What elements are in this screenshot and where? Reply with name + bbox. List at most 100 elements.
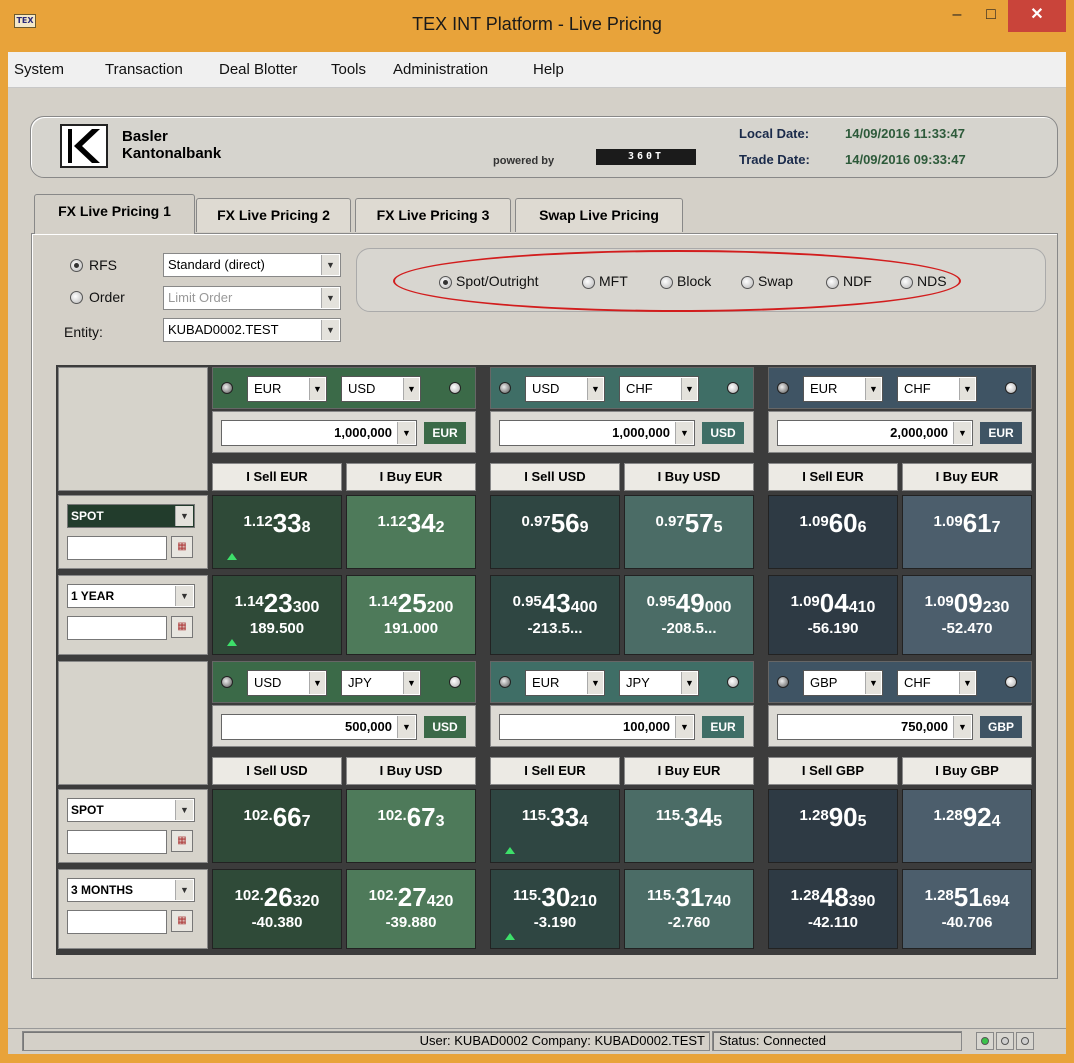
quote-currency-select[interactable]: CHF ▼ bbox=[897, 376, 977, 402]
base-currency-select[interactable]: USD ▼ bbox=[525, 376, 605, 402]
rfs-mode-select[interactable]: Standard (direct) ▼ bbox=[163, 253, 341, 277]
sell-price-button[interactable]: 1.2848390 -42.110 bbox=[768, 869, 898, 949]
buy-price-button[interactable]: 1.09617 bbox=[902, 495, 1032, 569]
notional-currency-toggle[interactable]: GBP bbox=[980, 716, 1022, 738]
product-block-label[interactable]: Block bbox=[677, 273, 711, 289]
base-currency-select[interactable]: GBP ▼ bbox=[803, 670, 883, 696]
menu-transaction[interactable]: Transaction bbox=[105, 61, 183, 78]
notional-amount-input[interactable]: 100,000 ▼ bbox=[499, 714, 695, 740]
buy-price-button[interactable]: 1.12342 bbox=[346, 495, 476, 569]
calendar-icon[interactable]: ▦ bbox=[171, 616, 193, 638]
quote-currency-value: CHF bbox=[626, 381, 653, 396]
menu-deal-blotter[interactable]: Deal Blotter bbox=[219, 61, 297, 78]
product-spot-outright-label[interactable]: Spot/Outright bbox=[456, 273, 539, 289]
sell-price-button[interactable]: 102.667 bbox=[212, 789, 342, 863]
product-ndf-label[interactable]: NDF bbox=[843, 273, 872, 289]
product-block-radio[interactable] bbox=[660, 276, 673, 289]
product-swap-label[interactable]: Swap bbox=[758, 273, 793, 289]
menu-help[interactable]: Help bbox=[533, 61, 564, 78]
order-radio[interactable] bbox=[70, 291, 83, 304]
value-date-input[interactable] bbox=[67, 830, 167, 854]
buy-price-button[interactable]: 102.673 bbox=[346, 789, 476, 863]
sell-price-button[interactable]: 1.09606 bbox=[768, 495, 898, 569]
sell-price-button[interactable]: 115.30210 -3.190 bbox=[490, 869, 620, 949]
value-date-input[interactable] bbox=[67, 616, 167, 640]
tenor-select[interactable]: 3 MONTHS ▼ bbox=[67, 878, 195, 902]
product-spot-outright-radio[interactable] bbox=[439, 276, 452, 289]
close-button[interactable]: ✕ bbox=[1008, 0, 1066, 32]
menu-administration[interactable]: Administration bbox=[393, 61, 488, 78]
menu-tools[interactable]: Tools bbox=[331, 61, 366, 78]
entity-select[interactable]: KUBAD0002.TEST ▼ bbox=[163, 318, 341, 342]
product-mft-radio[interactable] bbox=[582, 276, 595, 289]
minimize-button[interactable]: – bbox=[942, 0, 972, 32]
buy-price-button[interactable]: 115.345 bbox=[624, 789, 754, 863]
sell-price-button[interactable]: 0.9543400 -213.5... bbox=[490, 575, 620, 655]
product-nds-radio[interactable] bbox=[900, 276, 913, 289]
sell-price-button[interactable]: 1.28905 bbox=[768, 789, 898, 863]
price-big-figure: 51 bbox=[953, 882, 983, 912]
quote-currency-select[interactable]: CHF ▼ bbox=[619, 376, 699, 402]
tenor-select[interactable]: SPOT ▼ bbox=[67, 798, 195, 822]
notional-amount-input[interactable]: 1,000,000 ▼ bbox=[221, 420, 417, 446]
calendar-icon[interactable]: ▦ bbox=[171, 536, 193, 558]
quote-currency-select[interactable]: USD ▼ bbox=[341, 376, 421, 402]
notional-currency-toggle[interactable]: EUR bbox=[424, 422, 466, 444]
value-date-input[interactable] bbox=[67, 910, 167, 934]
tenor-select[interactable]: 1 YEAR ▼ bbox=[67, 584, 195, 608]
rfs-radio[interactable] bbox=[70, 259, 83, 272]
tab-fx-live-pricing-1[interactable]: FX Live Pricing 1 bbox=[34, 194, 195, 234]
sell-price-button[interactable]: 102.26320 -40.380 bbox=[212, 869, 342, 949]
base-currency-select[interactable]: USD ▼ bbox=[247, 670, 327, 696]
buy-price-button[interactable]: 1.1425200 191.000 bbox=[346, 575, 476, 655]
buy-price-button[interactable]: 102.27420 -39.880 bbox=[346, 869, 476, 949]
tab-swap-live-pricing[interactable]: Swap Live Pricing bbox=[515, 198, 683, 232]
menu-bar: System Transaction Deal Blotter Tools Ad… bbox=[8, 52, 1066, 88]
sell-price-button[interactable]: 1.0904410 -56.190 bbox=[768, 575, 898, 655]
notional-currency-toggle[interactable]: USD bbox=[424, 716, 466, 738]
sell-price-button[interactable]: 0.97569 bbox=[490, 495, 620, 569]
sell-price-button[interactable]: 115.334 bbox=[490, 789, 620, 863]
product-ndf-radio[interactable] bbox=[826, 276, 839, 289]
notional-amount-input[interactable]: 500,000 ▼ bbox=[221, 714, 417, 740]
buy-price-button[interactable]: 0.9549000 -208.5... bbox=[624, 575, 754, 655]
buy-price-button[interactable]: 1.0909230 -52.470 bbox=[902, 575, 1032, 655]
tenor-select[interactable]: SPOT ▼ bbox=[67, 504, 195, 528]
notional-amount-input[interactable]: 750,000 ▼ bbox=[777, 714, 973, 740]
menu-system[interactable]: System bbox=[14, 61, 64, 78]
price-quote: 0.9543400 bbox=[491, 588, 619, 619]
notional-amount-input[interactable]: 1,000,000 ▼ bbox=[499, 420, 695, 446]
quote-currency-select[interactable]: JPY ▼ bbox=[341, 670, 421, 696]
trade-date-value: 14/09/2016 09:33:47 bbox=[845, 152, 966, 167]
base-currency-select[interactable]: EUR ▼ bbox=[803, 376, 883, 402]
calendar-icon[interactable]: ▦ bbox=[171, 910, 193, 932]
quote-currency-select[interactable]: CHF ▼ bbox=[897, 670, 977, 696]
base-currency-value: USD bbox=[254, 675, 282, 690]
buy-price-button[interactable]: 1.28924 bbox=[902, 789, 1032, 863]
product-nds-label[interactable]: NDS bbox=[917, 273, 947, 289]
order-type-select[interactable]: Limit Order ▼ bbox=[163, 286, 341, 310]
maximize-button[interactable]: □ bbox=[976, 0, 1006, 32]
notional-currency-toggle[interactable]: USD bbox=[702, 422, 744, 444]
bank-logo-icon bbox=[60, 124, 108, 168]
value-date-input[interactable] bbox=[67, 536, 167, 560]
notional-currency-toggle[interactable]: EUR bbox=[980, 422, 1022, 444]
notional-amount-input[interactable]: 2,000,000 ▼ bbox=[777, 420, 973, 446]
quote-currency-select[interactable]: JPY ▼ bbox=[619, 670, 699, 696]
tab-fx-live-pricing-3[interactable]: FX Live Pricing 3 bbox=[355, 198, 511, 232]
buy-price-button[interactable]: 115.31740 -2.760 bbox=[624, 869, 754, 949]
sell-price-button[interactable]: 1.1423300 189.500 bbox=[212, 575, 342, 655]
calendar-icon[interactable]: ▦ bbox=[171, 830, 193, 852]
buy-price-button[interactable]: 0.97575 bbox=[624, 495, 754, 569]
buy-price-button[interactable]: 1.2851694 -40.706 bbox=[902, 869, 1032, 949]
tab-fx-live-pricing-2[interactable]: FX Live Pricing 2 bbox=[196, 198, 351, 232]
product-swap-radio[interactable] bbox=[741, 276, 754, 289]
product-mft-label[interactable]: MFT bbox=[599, 273, 628, 289]
price-pip: 410 bbox=[848, 599, 876, 616]
notional-currency-toggle[interactable]: EUR bbox=[702, 716, 744, 738]
sell-price-button[interactable]: 1.12338 bbox=[212, 495, 342, 569]
title-bar[interactable]: TEX TEX INT Platform - Live Pricing – □ … bbox=[0, 0, 1074, 50]
base-currency-select[interactable]: EUR ▼ bbox=[525, 670, 605, 696]
base-currency-select[interactable]: EUR ▼ bbox=[247, 376, 327, 402]
price-pip: 8 bbox=[301, 519, 311, 536]
